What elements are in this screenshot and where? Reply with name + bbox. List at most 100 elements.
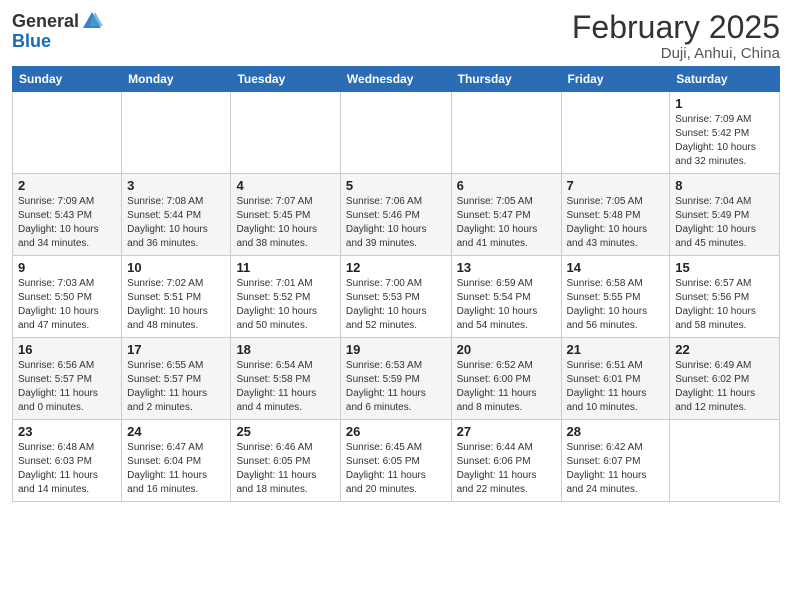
day-info: Sunrise: 6:48 AMSunset: 6:03 PMDaylight:… bbox=[18, 441, 116, 497]
day-number: 4 bbox=[236, 178, 334, 193]
calendar-cell: 27 Sunrise: 6:44 AMSunset: 6:06 PMDayligh… bbox=[451, 420, 561, 502]
col-saturday: Saturday bbox=[670, 67, 780, 92]
logo-area: General Blue bbox=[12, 10, 103, 52]
day-info: Sunrise: 7:08 AMSunset: 5:44 PMDaylight:… bbox=[127, 195, 225, 251]
day-info: Sunrise: 7:03 AMSunset: 5:50 PMDaylight:… bbox=[18, 277, 116, 333]
calendar-cell: 22 Sunrise: 6:49 AMSunset: 6:02 PMDayligh… bbox=[670, 338, 780, 420]
day-info: Sunrise: 7:06 AMSunset: 5:46 PMDaylight:… bbox=[346, 195, 446, 251]
day-number: 12 bbox=[346, 260, 446, 275]
day-number: 6 bbox=[457, 178, 556, 193]
day-info: Sunrise: 6:57 AMSunset: 5:56 PMDaylight:… bbox=[675, 277, 774, 333]
calendar-cell: 26Sunrise: 6:45 AMSunset: 6:05 PMDayligh… bbox=[340, 420, 451, 502]
calendar-cell: 17Sunrise: 6:55 AMSunset: 5:57 PMDayligh… bbox=[122, 338, 231, 420]
col-tuesday: Tuesday bbox=[231, 67, 340, 92]
day-info: Sunrise: 6:59 AMSunset: 5:54 PMDaylight:… bbox=[457, 277, 556, 333]
calendar-cell: 4 Sunrise: 7:07 AMSunset: 5:45 PMDaylight… bbox=[231, 174, 340, 256]
calendar-cell bbox=[451, 92, 561, 174]
calendar-cell: 6 Sunrise: 7:05 AMSunset: 5:47 PMDaylight… bbox=[451, 174, 561, 256]
day-number: 16 bbox=[18, 342, 116, 357]
calendar-cell: 1 Sunrise: 7:09 AMSunset: 5:42 PMDaylight… bbox=[670, 92, 780, 174]
calendar-cell bbox=[231, 92, 340, 174]
day-number: 2 bbox=[18, 178, 116, 193]
day-number: 28 bbox=[567, 424, 665, 439]
calendar-cell: 18 Sunrise: 6:54 AMSunset: 5:58 PMDayligh… bbox=[231, 338, 340, 420]
day-number: 11 bbox=[236, 260, 334, 275]
logo: General bbox=[12, 10, 103, 32]
day-info: Sunrise: 7:05 AMSunset: 5:47 PMDaylight:… bbox=[457, 195, 556, 251]
calendar-cell: 11Sunrise: 7:01 AMSunset: 5:52 PMDayligh… bbox=[231, 256, 340, 338]
calendar-cell: 14 Sunrise: 6:58 AMSunset: 5:55 PMDayligh… bbox=[561, 256, 670, 338]
day-info: Sunrise: 6:58 AMSunset: 5:55 PMDaylight:… bbox=[567, 277, 665, 333]
calendar-cell: 3 Sunrise: 7:08 AMSunset: 5:44 PMDaylight… bbox=[122, 174, 231, 256]
calendar-week-2: 2Sunrise: 7:09 AMSunset: 5:43 PMDaylight… bbox=[13, 174, 780, 256]
calendar-page: General Blue February 2025 Duji, Anhui, … bbox=[0, 0, 792, 512]
day-number: 24 bbox=[127, 424, 225, 439]
calendar-cell: 28Sunrise: 6:42 AMSunset: 6:07 PMDayligh… bbox=[561, 420, 670, 502]
calendar-cell bbox=[670, 420, 780, 502]
day-number: 14 bbox=[567, 260, 665, 275]
day-info: Sunrise: 6:52 AMSunset: 6:00 PMDaylight:… bbox=[457, 359, 556, 415]
day-number: 13 bbox=[457, 260, 556, 275]
logo-icon bbox=[81, 10, 103, 32]
day-info: Sunrise: 7:00 AMSunset: 5:53 PMDaylight:… bbox=[346, 277, 446, 333]
day-info: Sunrise: 7:02 AMSunset: 5:51 PMDaylight:… bbox=[127, 277, 225, 333]
calendar-cell: 2Sunrise: 7:09 AMSunset: 5:43 PMDaylight… bbox=[13, 174, 122, 256]
day-info: Sunrise: 7:09 AMSunset: 5:42 PMDaylight:… bbox=[675, 113, 774, 169]
calendar-cell: 23 Sunrise: 6:48 AMSunset: 6:03 PMDayligh… bbox=[13, 420, 122, 502]
header: General Blue February 2025 Duji, Anhui, … bbox=[12, 10, 780, 62]
day-number: 20 bbox=[457, 342, 556, 357]
day-number: 1 bbox=[675, 96, 774, 111]
calendar-cell: 24 Sunrise: 6:47 AMSunset: 6:04 PMDayligh… bbox=[122, 420, 231, 502]
day-number: 25 bbox=[236, 424, 334, 439]
day-number: 23 bbox=[18, 424, 116, 439]
day-info: Sunrise: 7:05 AMSunset: 5:48 PMDaylight:… bbox=[567, 195, 665, 251]
calendar-cell bbox=[13, 92, 122, 174]
col-sunday: Sunday bbox=[13, 67, 122, 92]
calendar-cell: 15 Sunrise: 6:57 AMSunset: 5:56 PMDayligh… bbox=[670, 256, 780, 338]
calendar-cell: 25Sunrise: 6:46 AMSunset: 6:05 PMDayligh… bbox=[231, 420, 340, 502]
day-number: 7 bbox=[567, 178, 665, 193]
day-info: Sunrise: 6:49 AMSunset: 6:02 PMDaylight:… bbox=[675, 359, 774, 415]
title-area: February 2025 Duji, Anhui, China bbox=[572, 10, 780, 62]
calendar-cell: 19 Sunrise: 6:53 AMSunset: 5:59 PMDayligh… bbox=[340, 338, 451, 420]
calendar-cell: 20 Sunrise: 6:52 AMSunset: 6:00 PMDayligh… bbox=[451, 338, 561, 420]
calendar-cell bbox=[340, 92, 451, 174]
day-number: 19 bbox=[346, 342, 446, 357]
day-info: Sunrise: 6:45 AMSunset: 6:05 PMDaylight:… bbox=[346, 441, 446, 497]
day-info: Sunrise: 6:55 AMSunset: 5:57 PMDaylight:… bbox=[127, 359, 225, 415]
calendar-week-1: 1 Sunrise: 7:09 AMSunset: 5:42 PMDaylight… bbox=[13, 92, 780, 174]
day-info: Sunrise: 6:44 AMSunset: 6:06 PMDaylight:… bbox=[457, 441, 556, 497]
location-title: Duji, Anhui, China bbox=[572, 45, 780, 62]
col-friday: Friday bbox=[561, 67, 670, 92]
calendar-cell: 8Sunrise: 7:04 AMSunset: 5:49 PMDaylight… bbox=[670, 174, 780, 256]
calendar-week-4: 16Sunrise: 6:56 AMSunset: 5:57 PMDayligh… bbox=[13, 338, 780, 420]
day-number: 3 bbox=[127, 178, 225, 193]
day-number: 22 bbox=[675, 342, 774, 357]
calendar-cell bbox=[561, 92, 670, 174]
calendar-table: Sunday Monday Tuesday Wednesday Thursday… bbox=[12, 66, 780, 502]
day-info: Sunrise: 6:54 AMSunset: 5:58 PMDaylight:… bbox=[236, 359, 334, 415]
calendar-cell bbox=[122, 92, 231, 174]
calendar-cell: 10Sunrise: 7:02 AMSunset: 5:51 PMDayligh… bbox=[122, 256, 231, 338]
header-row: Sunday Monday Tuesday Wednesday Thursday… bbox=[13, 67, 780, 92]
calendar-cell: 9 Sunrise: 7:03 AMSunset: 5:50 PMDaylight… bbox=[13, 256, 122, 338]
calendar-cell: 16Sunrise: 6:56 AMSunset: 5:57 PMDayligh… bbox=[13, 338, 122, 420]
month-title: February 2025 bbox=[572, 10, 780, 45]
day-number: 8 bbox=[675, 178, 774, 193]
calendar-cell: 12 Sunrise: 7:00 AMSunset: 5:53 PMDayligh… bbox=[340, 256, 451, 338]
day-number: 18 bbox=[236, 342, 334, 357]
day-number: 27 bbox=[457, 424, 556, 439]
calendar-week-3: 9 Sunrise: 7:03 AMSunset: 5:50 PMDaylight… bbox=[13, 256, 780, 338]
day-info: Sunrise: 6:53 AMSunset: 5:59 PMDaylight:… bbox=[346, 359, 446, 415]
day-number: 15 bbox=[675, 260, 774, 275]
day-number: 21 bbox=[567, 342, 665, 357]
col-thursday: Thursday bbox=[451, 67, 561, 92]
day-info: Sunrise: 6:47 AMSunset: 6:04 PMDaylight:… bbox=[127, 441, 225, 497]
day-info: Sunrise: 7:07 AMSunset: 5:45 PMDaylight:… bbox=[236, 195, 334, 251]
calendar-cell: 5 Sunrise: 7:06 AMSunset: 5:46 PMDaylight… bbox=[340, 174, 451, 256]
col-wednesday: Wednesday bbox=[340, 67, 451, 92]
calendar-cell: 7 Sunrise: 7:05 AMSunset: 5:48 PMDaylight… bbox=[561, 174, 670, 256]
day-number: 9 bbox=[18, 260, 116, 275]
logo-general: General bbox=[12, 12, 79, 30]
day-number: 5 bbox=[346, 178, 446, 193]
